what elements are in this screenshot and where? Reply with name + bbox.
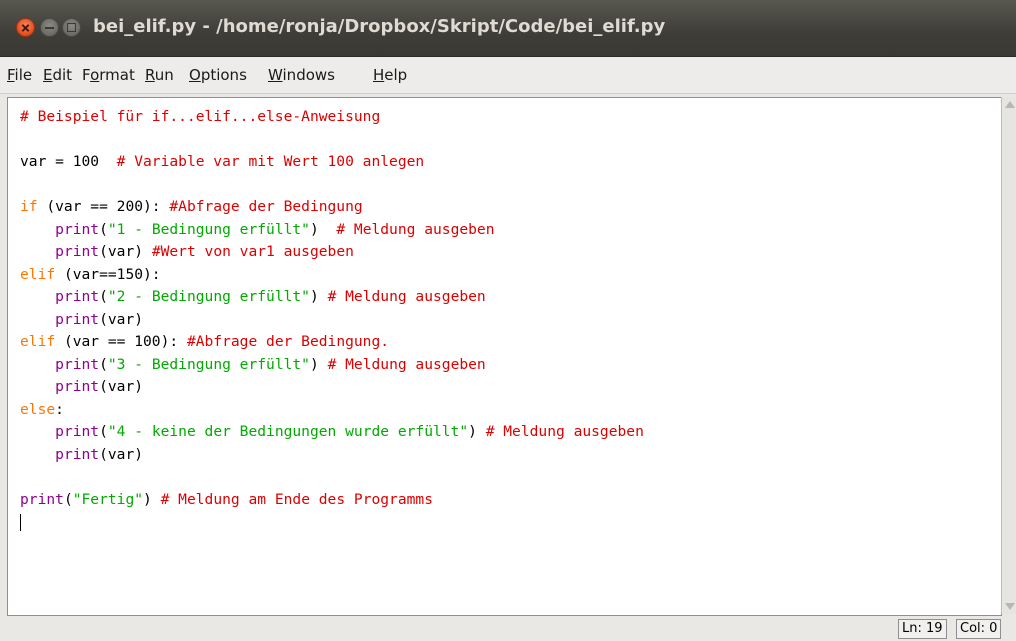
code-line[interactable]: [20, 511, 1001, 534]
menu-windows[interactable]: Windows: [268, 66, 335, 84]
maximize-window-button[interactable]: [62, 18, 81, 37]
code-token: (var): [99, 310, 144, 328]
code-line[interactable]: [20, 129, 1001, 152]
code-token: (: [99, 288, 108, 305]
code-line[interactable]: print(var): [20, 376, 1001, 399]
code-token: var = 100: [20, 153, 117, 170]
code-line[interactable]: [20, 174, 1001, 197]
code-token: print: [55, 288, 100, 305]
code-token: # Meldung ausgeben: [485, 423, 644, 440]
code-token: elif: [20, 265, 56, 283]
code-token: if: [20, 198, 38, 215]
code-token: else: [20, 400, 56, 418]
code-line[interactable]: if (var == 200): #Abfrage der Bedingung: [20, 196, 1001, 219]
code-token: (: [99, 423, 108, 440]
code-token: (var == 100):: [55, 333, 187, 350]
code-token: "1 - Bedingung erfüllt": [107, 220, 310, 238]
code-token: (var): [99, 445, 144, 463]
status-column: Col: 0: [956, 619, 1002, 639]
code-token: print: [20, 490, 64, 508]
code-token: print: [55, 220, 100, 238]
menu-file[interactable]: File: [7, 66, 32, 84]
code-token: print: [55, 445, 100, 463]
code-editor[interactable]: # Beispiel für if...elif...else-Anweisun…: [7, 97, 1002, 616]
menu-edit[interactable]: Edit: [43, 66, 72, 84]
menu-help[interactable]: Help: [373, 66, 407, 84]
code-token: ): [309, 355, 328, 373]
window-title: bei_elif.py - /home/ronja/Dropbox/Skript…: [93, 16, 666, 37]
code-line[interactable]: print("1 - Bedingung erfüllt") # Meldung…: [20, 219, 1001, 242]
code-token: "3 - Bedingung erfüllt": [107, 355, 310, 373]
code-token: print: [55, 423, 100, 440]
code-token: (: [99, 355, 108, 373]
scroll-up-icon[interactable]: [1005, 101, 1015, 108]
code-line[interactable]: else:: [20, 399, 1001, 422]
code-line[interactable]: var = 100 # Variable var mit Wert 100 an…: [20, 151, 1001, 174]
text-cursor: [20, 513, 21, 531]
code-token: print: [55, 243, 100, 260]
menu-format[interactable]: Format: [82, 66, 135, 84]
code-token: :: [55, 400, 64, 418]
code-line[interactable]: print(var): [20, 309, 1001, 332]
code-token: "2 - Bedingung erfüllt": [107, 288, 310, 305]
code-token: #Wert von var1 ausgeben: [151, 243, 354, 260]
code-line[interactable]: print("3 - Bedingung erfüllt") # Meldung…: [20, 354, 1001, 377]
code-line[interactable]: print(var) #Wert von var1 ausgeben: [20, 241, 1001, 264]
code-line[interactable]: # Beispiel für if...elif...else-Anweisun…: [20, 106, 1001, 129]
status-bar: Ln: 19 Col: 0: [0, 616, 1016, 641]
code-token: # Meldung am Ende des Programms: [160, 490, 433, 508]
code-token: ): [309, 288, 328, 305]
code-token: ): [309, 220, 337, 238]
code-token: "4 - keine der Bedingungen wurde erfüllt…: [107, 423, 469, 440]
code-token: # Meldung ausgeben: [336, 220, 495, 238]
code-token: (var == 200):: [37, 198, 170, 215]
minimize-window-button[interactable]: [40, 18, 59, 37]
code-line[interactable]: print("2 - Bedingung erfüllt") # Meldung…: [20, 286, 1001, 309]
code-token: (: [99, 220, 108, 238]
menu-bar: File Edit Format Run Options Windows Hel…: [0, 57, 1016, 94]
code-line[interactable]: [20, 466, 1001, 489]
menu-run[interactable]: Run: [145, 66, 174, 84]
vertical-scrollbar[interactable]: [1001, 97, 1016, 614]
status-line: Ln: 19: [898, 619, 947, 639]
code-token: (var): [99, 243, 152, 260]
code-token: print: [55, 355, 100, 373]
code-token: # Meldung ausgeben: [327, 355, 486, 373]
code-token: # Meldung ausgeben: [327, 288, 486, 305]
code-text[interactable]: # Beispiel für if...elif...else-Anweisun…: [8, 98, 1001, 534]
code-token: elif: [20, 333, 56, 350]
code-token: #Abfrage der Bedingung.: [186, 333, 390, 350]
code-token: "Fertig": [72, 490, 144, 508]
code-line[interactable]: print("Fertig") # Meldung am Ende des Pr…: [20, 489, 1001, 512]
code-token: (: [63, 490, 73, 508]
code-token: ): [143, 490, 161, 508]
code-token: # Variable var mit Wert 100 anlegen: [116, 153, 425, 170]
code-token: ): [468, 423, 486, 440]
title-bar: bei_elif.py - /home/ronja/Dropbox/Skript…: [0, 0, 1016, 57]
code-line[interactable]: elif (var==150):: [20, 264, 1001, 287]
code-token: (var): [99, 378, 144, 395]
code-line[interactable]: elif (var == 100): #Abfrage der Bedingun…: [20, 331, 1001, 354]
code-token: print: [55, 310, 100, 328]
scroll-down-icon[interactable]: [1005, 603, 1015, 610]
code-token: print: [55, 378, 100, 395]
code-token: (var==150):: [55, 265, 161, 283]
menu-options[interactable]: Options: [189, 66, 247, 84]
code-token: # Beispiel für if...elif...else-Anweisun…: [20, 108, 381, 125]
code-line[interactable]: print("4 - keine der Bedingungen wurde e…: [20, 421, 1001, 444]
close-window-button[interactable]: [16, 18, 35, 37]
code-line[interactable]: print(var): [20, 444, 1001, 467]
code-token: #Abfrage der Bedingung: [169, 198, 363, 215]
